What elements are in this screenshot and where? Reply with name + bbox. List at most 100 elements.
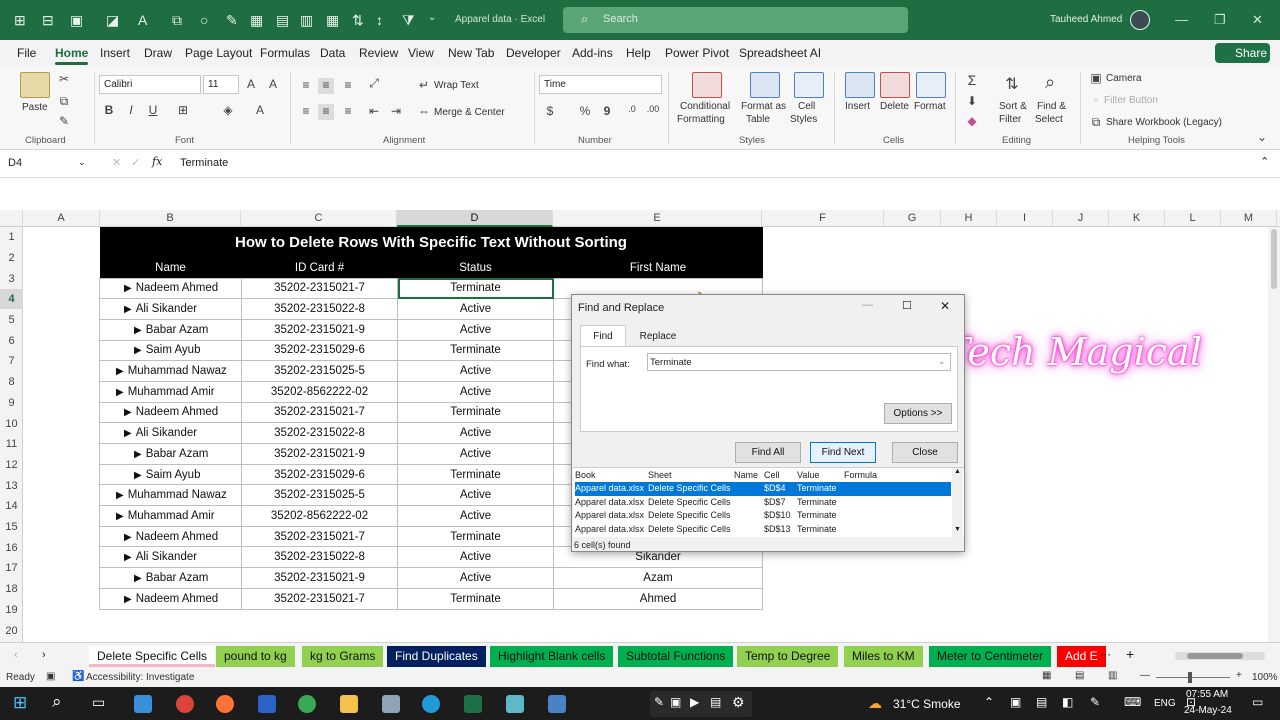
calendar-icon[interactable]: ▥ [300, 12, 313, 29]
video-icon[interactable]: ▶ [690, 695, 699, 709]
currency-icon[interactable]: $ [542, 104, 558, 120]
table-cell[interactable]: Terminate [397, 401, 554, 424]
table-cell[interactable]: ▶ Muhammad Nawaz [99, 360, 242, 382]
horizontal-scrollbar[interactable] [1175, 652, 1265, 660]
macro-record-icon[interactable]: ▣ [46, 671, 55, 682]
results-header[interactable]: Value [797, 470, 819, 480]
more-tabs-icon[interactable]: ⋯ [1100, 648, 1111, 661]
table-cell[interactable]: 35202-2315021-7 [241, 277, 398, 300]
table-cell[interactable]: Terminate [397, 525, 554, 548]
table-cell[interactable]: ▶ Nadeem Ahmed [99, 587, 242, 610]
sort-desc-icon[interactable]: ↕ [376, 12, 383, 28]
h-scroll-thumb[interactable] [1187, 653, 1243, 659]
app-icon[interactable] [506, 695, 524, 713]
row-header[interactable]: 10 [0, 414, 23, 434]
result-row[interactable]: Apparel data.xlsx Delete Specific Cells $D… [575, 482, 951, 496]
row-header[interactable]: 20 [0, 621, 23, 641]
accessibility-icon[interactable]: ♿ [72, 671, 84, 682]
table-cell[interactable]: 35202-2315021-9 [241, 567, 398, 589]
row-header[interactable]: 4 [0, 289, 23, 309]
increase-font-icon[interactable]: A [243, 77, 259, 93]
bold-icon[interactable]: B [101, 103, 117, 119]
normal-view-icon[interactable]: ▦ [1042, 670, 1051, 681]
comma-icon[interactable]: 9 [599, 104, 615, 120]
brush-icon[interactable]: ✎ [226, 12, 238, 29]
camera-icon[interactable]: ▣ [670, 695, 681, 709]
wrap-text-icon[interactable]: ↵ [416, 78, 432, 94]
app-icon[interactable] [382, 695, 400, 713]
zoom-slider-thumb[interactable] [1188, 672, 1192, 683]
row-header[interactable]: 12 [0, 455, 23, 475]
result-row[interactable]: Apparel data.xlsx Delete Specific Cells $D… [575, 523, 951, 537]
table-cell[interactable]: ▶ Babar Azam [99, 318, 242, 341]
table-cell[interactable]: Active [397, 360, 554, 382]
tray-app-icon[interactable]: ▤ [1036, 695, 1047, 709]
scroll-thumb[interactable] [1271, 229, 1277, 289]
row-header[interactable]: 6 [0, 331, 23, 351]
tab-find[interactable]: Find [580, 325, 626, 347]
avatar[interactable] [1130, 10, 1150, 30]
accessibility-status[interactable]: Accessibility: Investigate [86, 672, 194, 683]
decrease-indent-icon[interactable]: ⇤ [366, 104, 382, 120]
insert-function-icon[interactable]: fx [152, 155, 162, 168]
column-header[interactable]: C [241, 210, 397, 227]
menu-new-tab[interactable]: New Tab [448, 46, 494, 60]
camera-label[interactable]: Camera [1106, 73, 1142, 84]
tab-scroll-right-icon[interactable]: › [42, 649, 46, 661]
table-cell[interactable]: 35202-2315021-7 [241, 587, 398, 610]
menu-insert[interactable]: Insert [100, 46, 130, 60]
zoom-out-icon[interactable]: — [1140, 670, 1150, 681]
weather-text[interactable]: 31°C Smoke [893, 697, 961, 711]
row-header[interactable]: 19 [0, 600, 23, 620]
tab-replace[interactable]: Replace [630, 327, 686, 347]
table-cell[interactable]: 35202-8562222-02 [241, 380, 398, 403]
share-workbook-icon[interactable]: ⧉ [1088, 115, 1104, 131]
table-cell[interactable]: ▶ Ali Sikander [99, 298, 242, 320]
format-label[interactable]: Format [914, 101, 946, 112]
app-icon[interactable] [298, 695, 316, 713]
table-cell[interactable]: Terminate [397, 339, 554, 362]
sheet-tab[interactable]: Delete Specific Cells [89, 646, 216, 667]
sheet-tab[interactable]: kg to Grams [302, 646, 384, 667]
menu-help[interactable]: Help [626, 46, 651, 60]
results-scrollbar[interactable]: ▲ ▼ [952, 468, 963, 538]
column-header[interactable]: E [553, 210, 762, 227]
add-sheet-icon[interactable]: + [1126, 646, 1134, 662]
row-header[interactable]: 8 [0, 372, 23, 392]
results-header[interactable]: Name [734, 470, 758, 480]
tray-app-icon[interactable]: ◧ [1062, 695, 1073, 709]
column-header[interactable]: G [884, 210, 941, 227]
column-header[interactable]: H [941, 210, 997, 227]
fill-color-icon[interactable]: ◪ [106, 12, 119, 29]
results-header[interactable]: Book [575, 470, 596, 480]
table-cell[interactable]: ▶ Nadeem Ahmed [99, 401, 242, 424]
column-header[interactable]: L [1165, 210, 1221, 227]
menu-file[interactable]: File [17, 46, 36, 60]
page-layout-view-icon[interactable]: ▤ [1075, 670, 1084, 681]
calculator-icon[interactable]: ▦ [326, 12, 339, 29]
align-middle-icon[interactable]: ≡ [318, 78, 334, 94]
notifications-icon[interactable]: ▭ [1252, 695, 1263, 709]
zoom-in-icon[interactable]: + [1236, 670, 1242, 681]
paste-icon[interactable] [20, 72, 50, 98]
find-select-label-2[interactable]: Select [1035, 114, 1063, 125]
row-header[interactable]: 16 [0, 538, 23, 558]
table-cell[interactable]: 35202-2315022-8 [241, 422, 398, 444]
maximize-icon[interactable]: ❐ [1214, 12, 1226, 28]
cell-styles-label-2[interactable]: Styles [790, 114, 817, 125]
percent-icon[interactable]: % [577, 104, 593, 120]
menu-draw[interactable]: Draw [144, 46, 172, 60]
font-name-select[interactable]: Calibri [99, 75, 201, 94]
autosave-icon[interactable]: ⊟ [42, 12, 54, 29]
row-header[interactable]: 5 [0, 310, 23, 330]
find-select-icon[interactable]: ⌕ [1042, 72, 1058, 92]
row-header[interactable]: 15 [0, 517, 23, 537]
table-cell[interactable]: Active [397, 546, 554, 569]
close-button[interactable]: Close [892, 442, 958, 463]
keyboard-icon[interactable]: ⌨ [1124, 695, 1141, 709]
table-cell[interactable]: Azam [553, 567, 763, 589]
settings-gear-icon[interactable]: ⚙ [732, 694, 745, 711]
tray-app-icon[interactable]: ▣ [1010, 695, 1021, 709]
table-cell[interactable]: Active [397, 505, 554, 527]
namebox-dropdown-icon[interactable]: ⌄ [78, 157, 86, 168]
